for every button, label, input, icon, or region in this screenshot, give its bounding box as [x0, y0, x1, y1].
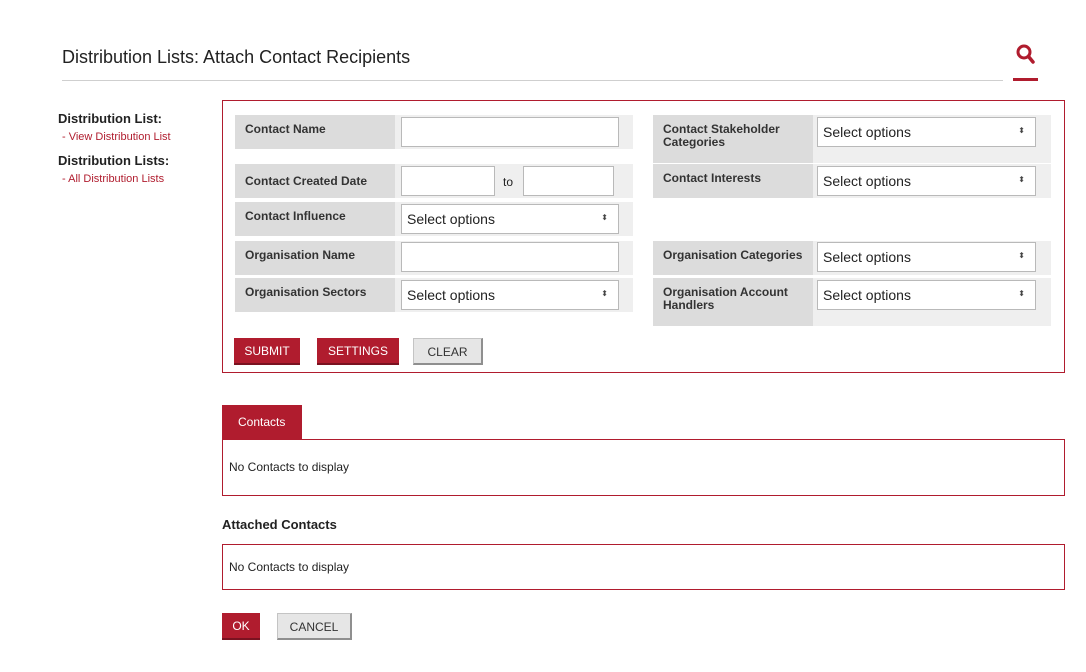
search-tab-underline [1013, 78, 1038, 81]
submit-button[interactable]: SUBMIT [234, 338, 300, 365]
contacts-results-box: No Contacts to display [222, 439, 1065, 496]
date-range-to-label: to [503, 175, 514, 189]
organisation-account-handlers-select[interactable]: Select options ⬍ [817, 280, 1036, 310]
sidebar-heading-distribution-list: Distribution List: [58, 111, 162, 126]
contact-interests-label: Contact Interests [653, 164, 813, 198]
organisation-name-label: Organisation Name [235, 241, 395, 275]
contact-influence-select[interactable]: Select options ⬍ [401, 204, 619, 234]
updown-arrow-icon: ⬍ [1018, 126, 1025, 135]
stakeholder-categories-select[interactable]: Select options ⬍ [817, 117, 1036, 147]
search-panel: Contact Name Contact Stakeholder Categor… [222, 100, 1065, 373]
tab-contacts[interactable]: Contacts [222, 405, 302, 440]
page-title: Distribution Lists: Attach Contact Recip… [62, 47, 411, 67]
organisation-categories-label: Organisation Categories [653, 241, 813, 275]
sidebar: Distribution List: - View Distribution L… [58, 111, 218, 185]
search-icon[interactable] [1016, 44, 1036, 66]
updown-arrow-icon: ⬍ [1018, 251, 1025, 260]
contact-influence-label: Contact Influence [235, 202, 395, 236]
contacts-empty-message: No Contacts to display [229, 460, 350, 474]
contact-created-date-label: Contact Created Date [235, 164, 395, 198]
contact-influence-value: Select options [407, 211, 495, 227]
attached-contacts-empty-message: No Contacts to display [229, 560, 350, 574]
updown-arrow-icon: ⬍ [601, 289, 608, 298]
organisation-sectors-select[interactable]: Select options ⬍ [401, 280, 619, 310]
organisation-categories-value: Select options [823, 249, 911, 265]
sidebar-heading-distribution-lists: Distribution Lists: [58, 153, 170, 168]
attached-contacts-heading: Attached Contacts [222, 517, 337, 532]
organisation-categories-select[interactable]: Select options ⬍ [817, 242, 1036, 272]
stakeholder-categories-label: Contact Stakeholder Categories [653, 115, 813, 163]
organisation-sectors-label: Organisation Sectors [235, 278, 395, 312]
cancel-button[interactable]: CANCEL [277, 613, 352, 640]
contact-interests-value: Select options [823, 173, 911, 189]
settings-button[interactable]: SETTINGS [317, 338, 399, 365]
contact-name-label: Contact Name [235, 115, 395, 149]
organisation-sectors-value: Select options [407, 287, 495, 303]
all-distribution-lists-link[interactable]: - All Distribution Lists [62, 173, 218, 185]
view-distribution-list-link[interactable]: - View Distribution List [62, 131, 218, 143]
ok-button[interactable]: OK [222, 613, 260, 640]
contact-interests-select[interactable]: Select options ⬍ [817, 166, 1036, 196]
title-divider [62, 80, 1003, 81]
created-date-to-input[interactable] [523, 166, 614, 196]
organisation-name-input[interactable] [401, 242, 619, 272]
clear-button[interactable]: CLEAR [413, 338, 483, 365]
created-date-from-input[interactable] [401, 166, 495, 196]
updown-arrow-icon: ⬍ [1018, 175, 1025, 184]
updown-arrow-icon: ⬍ [1018, 289, 1025, 298]
stakeholder-categories-value: Select options [823, 124, 911, 140]
attached-contacts-box: No Contacts to display [222, 544, 1065, 590]
updown-arrow-icon: ⬍ [601, 213, 608, 222]
organisation-account-handlers-value: Select options [823, 287, 911, 303]
contact-name-input[interactable] [401, 117, 619, 147]
organisation-account-handlers-label: Organisation Account Handlers [653, 278, 813, 326]
